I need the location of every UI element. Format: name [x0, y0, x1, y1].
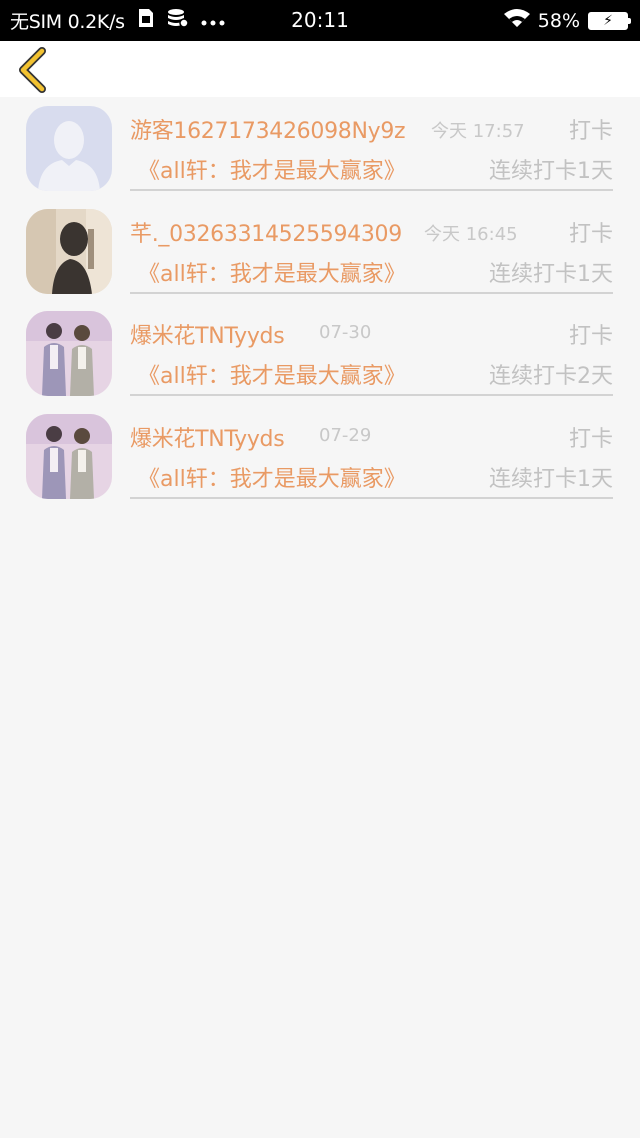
chevron-left-icon — [19, 47, 46, 93]
timestamp: 07-29 — [319, 424, 372, 446]
list-item-content: 游客1627173426098Ny9z 今天 17:57 打卡 《all轩：我才… — [130, 97, 613, 191]
two-people-photo-avatar[interactable] — [26, 413, 112, 499]
record-type: 打卡 — [568, 119, 613, 144]
username[interactable]: 爆米花TNTyyds — [130, 318, 285, 350]
status-right: 58% ⚡ — [503, 0, 631, 41]
nav-bar — [0, 41, 640, 97]
list-item-content: 爆米花TNTyyds 07-30 打卡 《all轩：我才是最大赢家》 连续打卡2… — [130, 302, 613, 396]
book-title[interactable]: 《all轩：我才是最大赢家》 — [138, 256, 406, 288]
back-button[interactable] — [10, 47, 54, 93]
book-title[interactable]: 《all轩：我才是最大赢家》 — [138, 153, 406, 185]
status-bar: 无SIM 0.2K/s 20:11 58% ⚡ — [0, 0, 640, 41]
battery-percent: 58% — [537, 9, 580, 32]
streak-text: 连续打卡1天 — [489, 159, 613, 184]
default-user-avatar[interactable] — [26, 106, 112, 191]
record-type: 打卡 — [568, 426, 613, 452]
list-item-content: 爆米花TNTyyds 07-29 打卡 《all轩：我才是最大赢家》 连续打卡1… — [130, 405, 613, 499]
list-item-content: 芊._03263314525594309 今天 16:45 打卡 《all轩：我… — [130, 200, 613, 294]
book-title[interactable]: 《all轩：我才是最大赢家》 — [138, 461, 406, 493]
two-people-photo-avatar[interactable] — [26, 311, 112, 396]
silhouette-photo-avatar[interactable] — [26, 208, 112, 294]
timestamp: 今天 17:57 — [431, 121, 525, 142]
checkin-list: 游客1627173426098Ny9z 今天 17:57 打卡 《all轩：我才… — [0, 97, 640, 507]
streak-text: 连续打卡2天 — [489, 364, 613, 389]
streak-text: 连续打卡1天 — [489, 466, 613, 492]
book-title[interactable]: 《all轩：我才是最大赢家》 — [138, 358, 406, 390]
username[interactable]: 游客1627173426098Ny9z — [130, 113, 406, 145]
streak-text: 连续打卡1天 — [489, 261, 613, 287]
wifi-icon — [503, 9, 530, 32]
list-item[interactable]: 爆米花TNTyyds 07-29 打卡 《all轩：我才是最大赢家》 连续打卡1… — [0, 405, 640, 508]
record-type: 打卡 — [568, 221, 613, 247]
record-type: 打卡 — [568, 324, 613, 349]
list-item[interactable]: 游客1627173426098Ny9z 今天 17:57 打卡 《all轩：我才… — [0, 97, 640, 200]
battery-charging-icon: ⚡ — [588, 11, 631, 30]
username[interactable]: 芊._03263314525594309 — [130, 216, 402, 248]
timestamp: 今天 16:45 — [424, 223, 518, 245]
username[interactable]: 爆米花TNTyyds — [130, 421, 285, 453]
list-item[interactable]: 爆米花TNTyyds 07-30 打卡 《all轩：我才是最大赢家》 连续打卡2… — [0, 302, 640, 405]
list-item[interactable]: 芊._03263314525594309 今天 16:45 打卡 《all轩：我… — [0, 200, 640, 303]
timestamp: 07-30 — [319, 322, 372, 343]
